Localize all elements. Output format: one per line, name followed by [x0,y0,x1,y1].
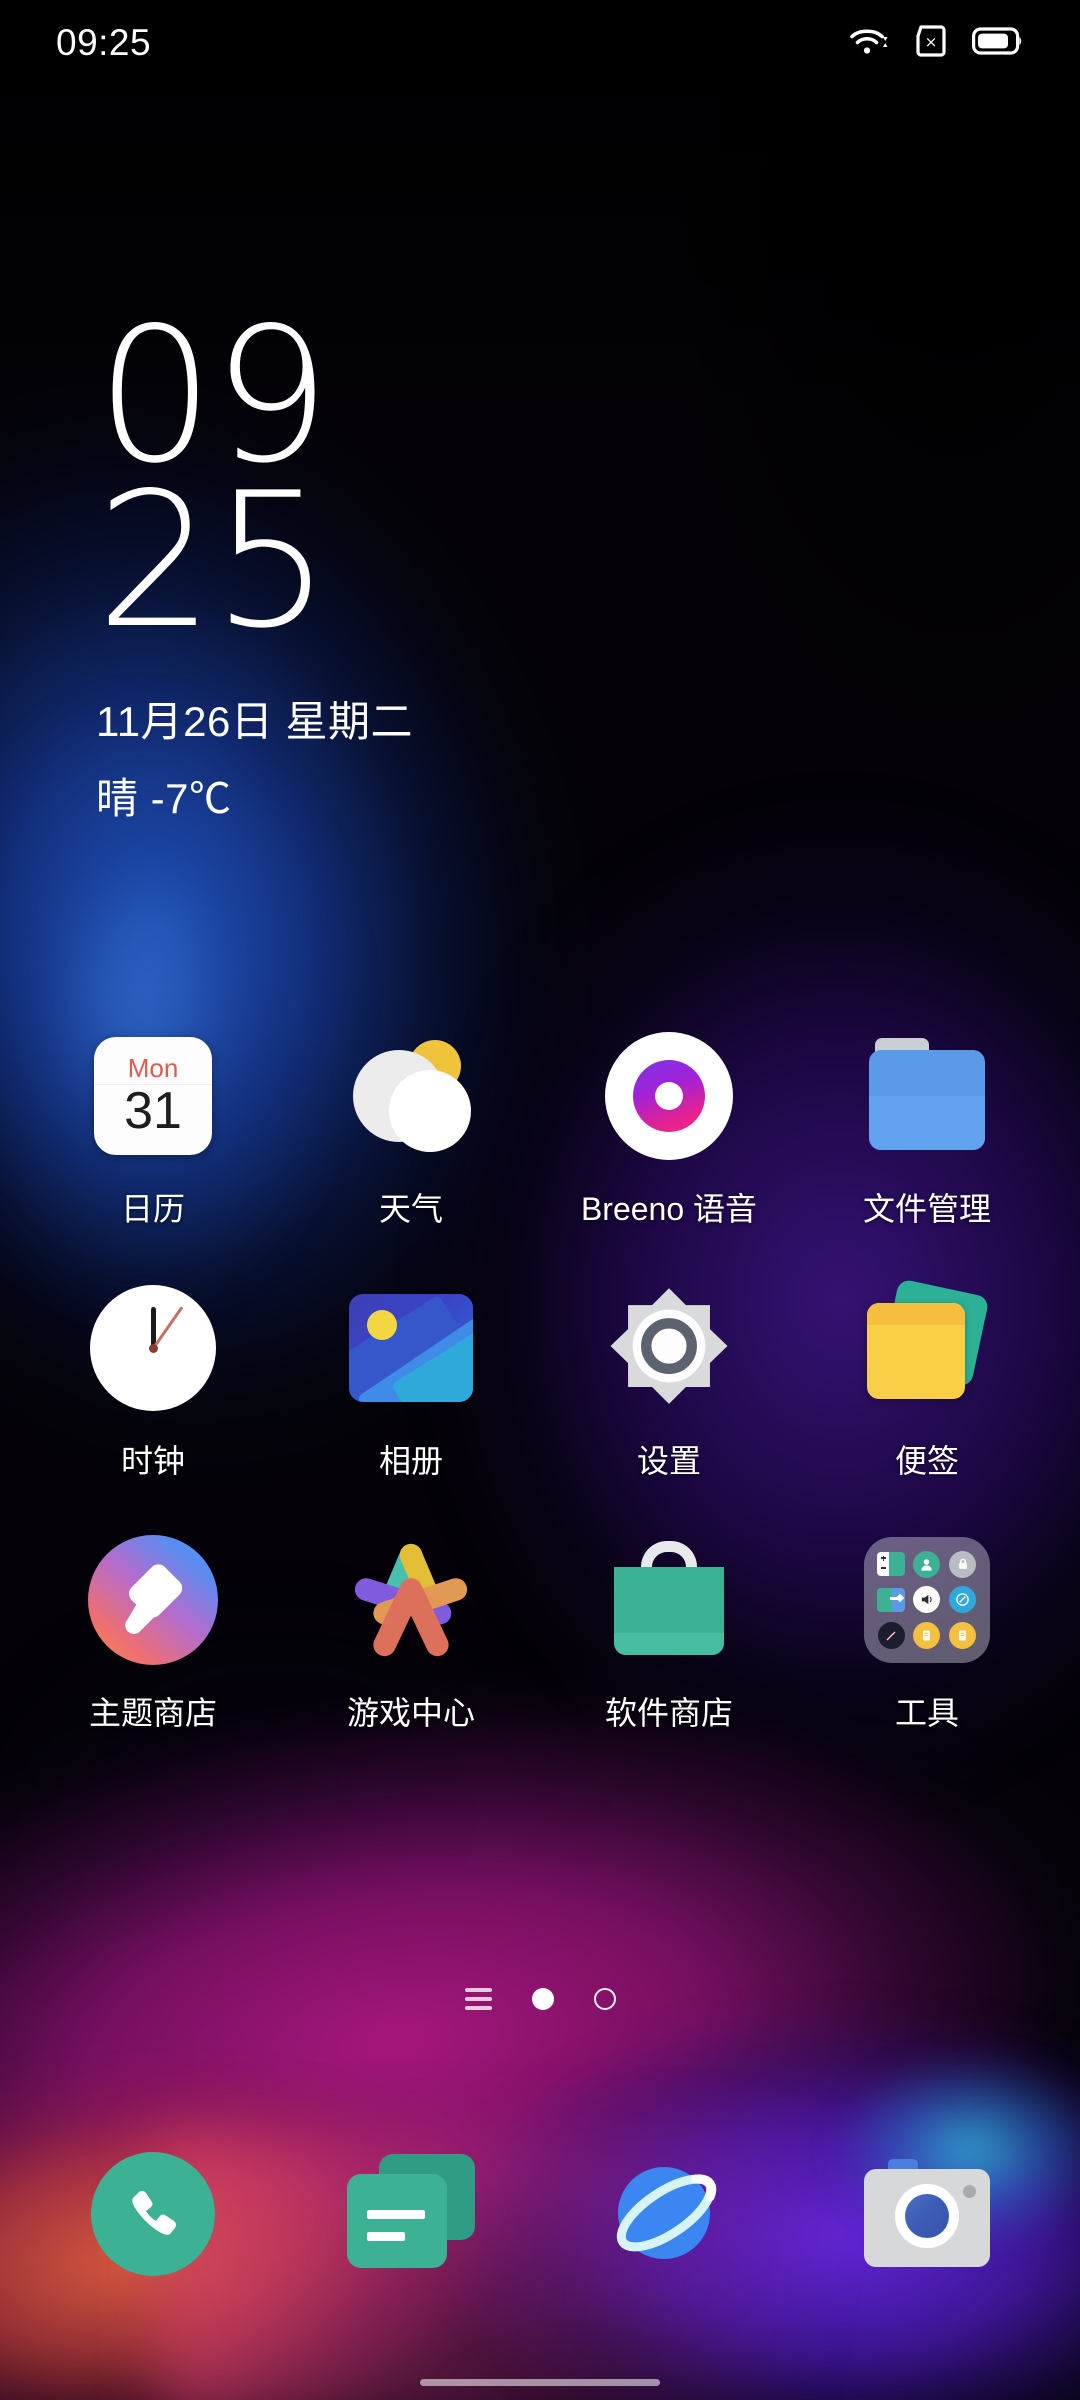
app-label-file-manager: 文件管理 [862,1191,991,1227]
app-label-clock: 时钟 [120,1443,185,1479]
mini-icon-compass [948,1586,977,1615]
status-bar-icons: × [848,24,1024,63]
tools-folder-icon [861,1534,993,1666]
gallery-icon [345,1282,477,1414]
page-dot-1-active[interactable] [531,1988,554,2010]
game-center-icon [345,1534,477,1666]
app-label-notes: 便签 [894,1443,959,1479]
app-notes[interactable]: 便签 [798,1278,1056,1482]
app-app-store[interactable]: 软件商店 [540,1534,798,1734]
mini-icon-calculator [877,1550,906,1579]
page-indicator [0,1988,1080,2010]
notes-icon [861,1278,993,1414]
wifi-icon [848,24,890,63]
browser-icon [603,2148,735,2280]
clock-widget[interactable]: 09 25 11月26日 星期二 晴 -7℃ [96,287,413,826]
calendar-icon-weekday: Mon [127,1053,179,1083]
calendar-icon: Mon 31 [87,1030,219,1162]
app-game-center[interactable]: 游戏中心 [282,1534,540,1734]
app-calendar[interactable]: Mon 31 日历 [24,1030,282,1230]
app-clock[interactable]: 时钟 [24,1282,282,1482]
calendar-icon-day: 31 [124,1082,182,1140]
messages-icon [345,2148,477,2280]
dock-item-messages[interactable] [282,2148,540,2280]
breeno-voice-icon [603,1030,735,1162]
weather-icon [345,1030,477,1162]
mini-icon-compass-dark [877,1621,906,1650]
dock [0,2148,1080,2280]
mini-icon-security [948,1550,977,1579]
mini-icon-app-clone [877,1586,906,1615]
status-bar: 09:25 × [0,0,1080,86]
home-gesture-bar[interactable] [420,2379,660,2386]
no-sim-icon: × [912,24,950,62]
mini-icon-docs-yellow-2 [948,1621,977,1650]
status-bar-clock: 09:25 [56,22,152,63]
battery-icon [972,26,1024,61]
app-weather[interactable]: 天气 [282,1030,540,1230]
app-label-breeno-voice: Breeno 语音 [580,1191,758,1227]
app-breeno-voice[interactable]: Breeno 语音 [540,1030,798,1230]
app-gallery[interactable]: 相册 [282,1282,540,1482]
dock-item-phone[interactable] [24,2148,282,2280]
app-label-gallery: 相册 [378,1443,443,1479]
theme-store-icon [87,1534,219,1666]
dock-item-browser[interactable] [540,2148,798,2280]
app-theme-store[interactable]: 主题商店 [24,1534,282,1734]
app-list-icon[interactable] [464,1988,492,2010]
clock-widget-date: 11月26日 星期二 [96,697,413,745]
app-label-game-center: 游戏中心 [346,1695,475,1731]
page-dot-2[interactable] [593,1988,616,2010]
app-settings[interactable]: 设置 [540,1282,798,1482]
app-file-manager[interactable]: 文件管理 [798,1030,1056,1230]
wallpaper-right-shade [460,0,1080,1100]
folder-tools[interactable]: 工具 [798,1534,1056,1734]
clock-widget-minute: 25 [96,451,331,669]
clock-widget-weather: 晴 -7℃ [96,774,232,822]
home-screen: 09:25 × 09 25 11月26日 星期二 晴 -7℃ Mon 31 日历… [0,0,1080,2400]
camera-icon [861,2148,993,2280]
mini-icon-docs-yellow [913,1621,942,1650]
app-label-theme-store: 主题商店 [88,1695,217,1731]
app-label-calendar: 日历 [120,1191,185,1227]
mini-icon-contacts [913,1550,942,1579]
svg-text:×: × [925,33,938,51]
mini-icon-sound-recorder [913,1586,942,1615]
dock-item-camera[interactable] [798,2148,1056,2280]
clock-widget-hour: 09 [96,287,331,504]
app-label-tools: 工具 [894,1695,959,1731]
app-grid: Mon 31 日历 天气 Breeno 语音 文件管理 时钟 相册 设置 便签 … [0,1030,1080,1734]
app-store-icon [603,1534,735,1666]
settings-icon [603,1282,735,1414]
app-label-weather: 天气 [378,1191,443,1227]
phone-icon [87,2148,219,2280]
file-manager-icon [861,1030,993,1162]
app-label-app-store: 软件商店 [604,1695,733,1731]
app-label-settings: 设置 [636,1443,701,1479]
clock-icon [87,1282,219,1414]
